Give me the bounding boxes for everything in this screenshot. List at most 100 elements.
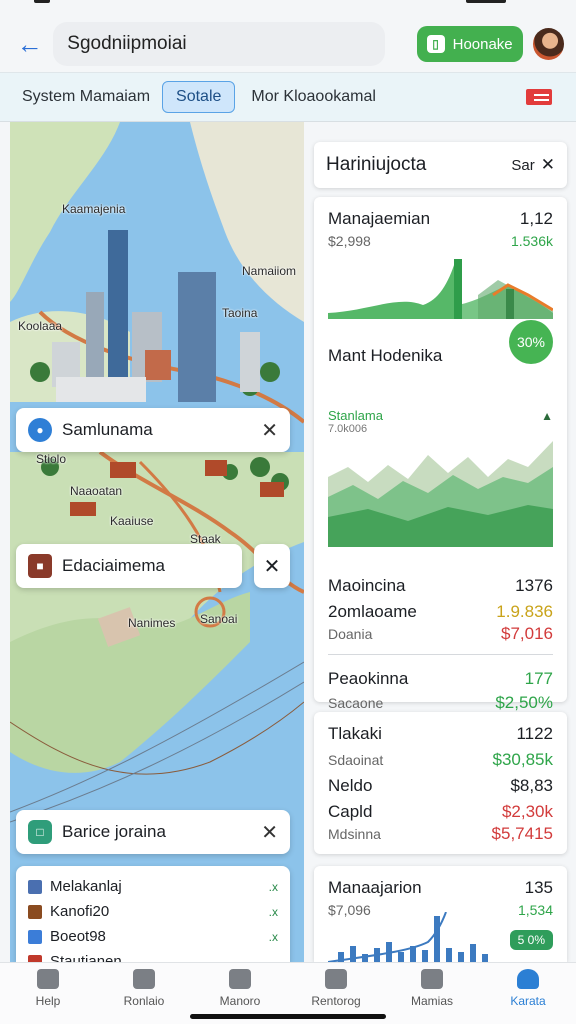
nav-ronlaio[interactable]: Ronlaio bbox=[96, 963, 192, 1024]
nav-label: Rentorog bbox=[311, 994, 361, 1008]
area-chart bbox=[328, 441, 553, 547]
legend-item[interactable]: Melakanlaj .x bbox=[28, 874, 278, 899]
map-label: Taoina bbox=[222, 306, 258, 320]
change-pill: 5 0% bbox=[509, 930, 553, 950]
nav-label: Ronlaio bbox=[123, 994, 165, 1008]
stat-value: 1376 bbox=[515, 576, 553, 595]
map-label: Sanoai bbox=[200, 612, 238, 626]
stat-label: Maoincina bbox=[328, 576, 406, 595]
chart-menu-icon[interactable]: ▲ bbox=[541, 409, 553, 423]
panel-title: Hariniujocta bbox=[326, 154, 427, 175]
stats-card: Tlakaki 1122 Sdaoinat $30,85k Neldo $8,83 C… bbox=[314, 712, 567, 854]
map-card-label: Barice joraina bbox=[62, 822, 166, 841]
grid-icon bbox=[229, 969, 251, 989]
stat-label: 2omlaoame bbox=[328, 602, 417, 621]
tab-scale[interactable]: Sotale bbox=[162, 81, 236, 113]
legend-tail: .x bbox=[268, 879, 278, 894]
card-value: 135 bbox=[524, 878, 553, 897]
home-indicator bbox=[190, 1014, 386, 1019]
map-label: Koolaaa bbox=[18, 319, 63, 333]
stat-label: Capld bbox=[328, 802, 373, 821]
map-legend: Melakanlaj .x Kanofi20 .x Boeot98 .x Stauti… bbox=[16, 866, 290, 962]
close-icon[interactable]: ✕ bbox=[541, 155, 555, 175]
nav-help[interactable]: Help bbox=[0, 963, 96, 1024]
stat-value: 1122 bbox=[516, 724, 553, 743]
stat-value: $8,83 bbox=[510, 776, 553, 795]
sort-button[interactable]: Sar bbox=[511, 157, 534, 174]
stat-value: $7,016 bbox=[501, 624, 553, 643]
stat-value: $5,7415 bbox=[491, 824, 553, 843]
legend-tail: .x bbox=[268, 904, 278, 919]
card-value: 1,12 bbox=[519, 209, 553, 228]
stat-value: 177 bbox=[524, 669, 553, 688]
stat-value: $2,50% bbox=[495, 693, 553, 712]
map-card-label: Samlunama bbox=[62, 420, 153, 439]
stat-label: Peaokinna bbox=[328, 669, 409, 688]
legend-tail: .x bbox=[268, 929, 278, 944]
nav-label: Manoro bbox=[219, 994, 261, 1008]
building-icon: ■ bbox=[28, 554, 52, 578]
document-icon bbox=[325, 969, 347, 989]
chat-icon bbox=[421, 969, 443, 989]
status-bar bbox=[0, 0, 576, 8]
map-card-label: Edaciaimema bbox=[62, 556, 165, 575]
stats-card: Manaajarion 135 $7,096 1,534 5 0% bbox=[314, 866, 567, 962]
stat-value: $30,85k bbox=[492, 750, 554, 769]
layer-icon: □ bbox=[28, 820, 52, 844]
stat-value: 1.9.836 bbox=[496, 602, 553, 621]
back-arrow-icon[interactable]: ← bbox=[12, 26, 47, 62]
map-label: Kaamajenia bbox=[62, 202, 126, 216]
search-text: Sgodniipmoiai bbox=[67, 33, 187, 54]
legend-label: Kanofi20 bbox=[50, 903, 110, 920]
close-icon[interactable]: ✕ bbox=[261, 820, 278, 845]
map-info-card[interactable]: ● Samlunama ✕ bbox=[16, 408, 290, 452]
map-label: Kaaiuse bbox=[110, 514, 154, 528]
legend-item[interactable]: Boeot98 .x bbox=[28, 924, 278, 949]
legend-swatch-icon bbox=[28, 879, 42, 894]
nav-karata[interactable]: Karata bbox=[480, 963, 576, 1024]
legend-item[interactable]: Kanofi20 .x bbox=[28, 899, 278, 924]
divider bbox=[328, 654, 553, 655]
close-icon[interactable]: ✕ bbox=[261, 418, 278, 443]
location-icon: ● bbox=[28, 418, 52, 442]
nav-label: Karata bbox=[510, 994, 546, 1008]
close-button[interactable]: ✕ bbox=[254, 544, 290, 588]
map-label: Namaiiom bbox=[242, 264, 297, 278]
nav-label: Help bbox=[35, 994, 61, 1008]
stats-card: Manajaemian 1,12 $2,998 1.536k Mant Hodeni… bbox=[314, 197, 567, 712]
section-title: Mant Hodenika bbox=[328, 346, 443, 365]
avatar[interactable] bbox=[532, 28, 564, 60]
nav-mamias[interactable]: Mamias bbox=[384, 963, 480, 1024]
tab-system[interactable]: System Mamaiam bbox=[22, 88, 150, 106]
map-info-card[interactable]: □ Barice joraina ✕ bbox=[16, 810, 290, 854]
document-icon: ▯ bbox=[426, 35, 445, 53]
card-change: 1.536k bbox=[510, 233, 553, 249]
stat-label: Sacaone bbox=[328, 695, 384, 711]
map-label: Nanimes bbox=[128, 616, 176, 630]
sparkline-chart bbox=[328, 259, 554, 319]
stat-label: Doania bbox=[328, 626, 373, 642]
stat-value: $2,30k bbox=[501, 802, 553, 821]
stat-label: Tlakaki bbox=[328, 724, 382, 743]
legend-swatch-icon bbox=[28, 904, 42, 919]
legend-label: Stautianen bbox=[50, 953, 122, 962]
legend-label: Boeot98 bbox=[50, 928, 106, 945]
app-header: ← Sgodniipmoiai ▯ Hoonake bbox=[0, 14, 576, 74]
profile-icon bbox=[517, 969, 539, 989]
map-label: Stiolo bbox=[36, 452, 67, 466]
stat-label: Sdaoinat bbox=[328, 752, 384, 768]
chart-title: Stanlama bbox=[328, 408, 383, 423]
legend-item[interactable]: Stautianen bbox=[28, 949, 278, 962]
map-info-card[interactable]: ■ Edaciaimema bbox=[16, 544, 242, 588]
stat-label: Mdsinna bbox=[328, 826, 381, 842]
list-icon[interactable] bbox=[526, 89, 552, 105]
legend-swatch-icon bbox=[28, 954, 42, 962]
primary-action-label: Hoonake bbox=[452, 35, 513, 53]
legend-swatch-icon bbox=[28, 929, 42, 944]
nav-label: Mamias bbox=[410, 994, 453, 1008]
primary-action-button[interactable]: ▯ Hoonake bbox=[416, 26, 523, 62]
home-icon bbox=[37, 969, 59, 989]
panel-header: Hariniujocta Sar ✕ bbox=[314, 142, 567, 188]
tab-more[interactable]: Mor Kloaookamal bbox=[251, 88, 376, 106]
search-input[interactable]: Sgodniipmoiai bbox=[53, 22, 385, 66]
